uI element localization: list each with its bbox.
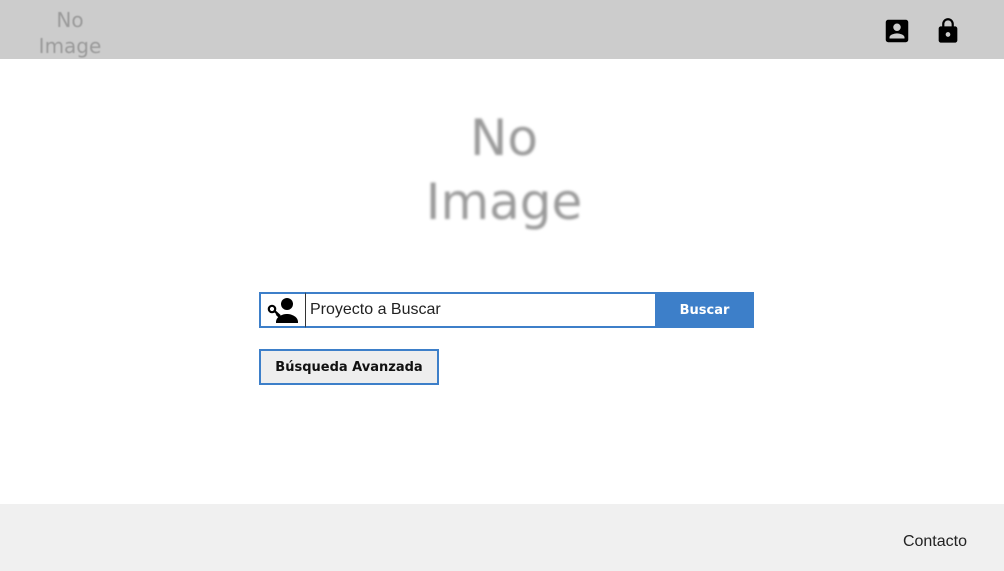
header-logo-line1: No [56,8,84,32]
lock-icon[interactable] [932,14,964,48]
main-logo-line1: No [470,109,538,167]
advanced-search-button[interactable]: Búsqueda Avanzada [259,349,439,385]
search-button[interactable]: Buscar [655,292,754,328]
header-logo[interactable]: No Image [35,7,105,59]
account-box-icon[interactable] [881,14,913,48]
search-input[interactable] [306,292,655,328]
search-bar: Buscar [259,292,754,328]
footer: Contacto [0,504,1004,571]
main-logo-line2: Image [425,173,583,231]
contact-link[interactable]: Contacto [903,533,967,551]
person-key-icon [259,292,306,328]
header-logo-line2: Image [38,34,102,58]
top-bar: No Image [0,0,1004,59]
main-logo: No Image [404,106,604,234]
